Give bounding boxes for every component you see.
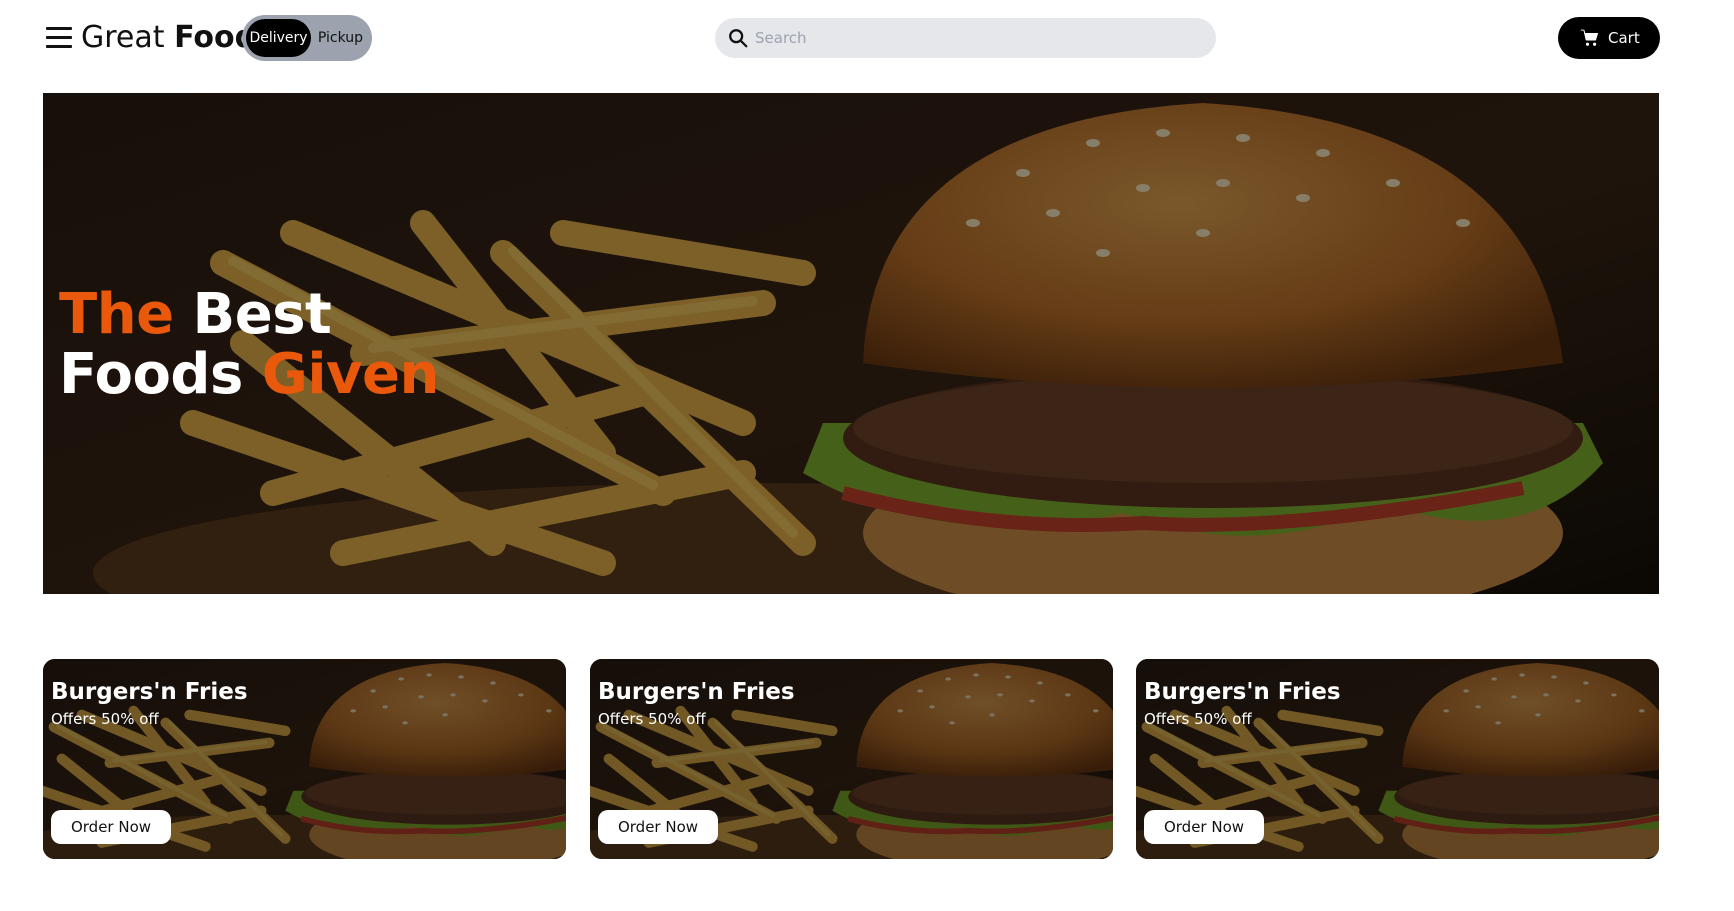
- shopping-cart-icon: [1580, 29, 1599, 46]
- promo-card: Burgers'n Fries Offers 50% off Order Now: [1136, 659, 1659, 859]
- brand-logo[interactable]: Great Food: [81, 18, 256, 58]
- hero-word-best: Best: [192, 282, 332, 347]
- card-subtitle: Offers 50% off: [598, 710, 706, 728]
- promo-card: Burgers'n Fries Offers 50% off Order Now: [590, 659, 1113, 859]
- card-title: Burgers'n Fries: [598, 679, 795, 705]
- card-subtitle: Offers 50% off: [1144, 710, 1252, 728]
- delivery-pickup-toggle: Delivery Pickup: [242, 15, 372, 61]
- order-now-button[interactable]: Order Now: [598, 810, 718, 844]
- card-title: Burgers'n Fries: [1144, 679, 1341, 705]
- cart-button[interactable]: Cart: [1558, 17, 1660, 59]
- hamburger-menu-icon[interactable]: [46, 26, 72, 48]
- pickup-option[interactable]: Pickup: [313, 19, 368, 57]
- brand-light-text: Great: [81, 20, 165, 55]
- hero-banner: The Best Foods Given: [43, 93, 1659, 594]
- card-subtitle: Offers 50% off: [51, 710, 159, 728]
- search-bar: [715, 18, 1216, 58]
- promo-card: Burgers'n Fries Offers 50% off Order Now: [43, 659, 566, 859]
- order-now-button[interactable]: Order Now: [51, 810, 171, 844]
- hero-word-given: Given: [261, 342, 440, 407]
- delivery-option[interactable]: Delivery: [246, 19, 311, 57]
- hero-word-foods: Foods: [59, 342, 243, 407]
- hero-word-the: The: [59, 282, 174, 347]
- search-input[interactable]: [755, 18, 1205, 58]
- card-title: Burgers'n Fries: [51, 679, 248, 705]
- hero-headline: The Best Foods Given: [59, 285, 439, 405]
- order-now-button[interactable]: Order Now: [1144, 810, 1264, 844]
- cart-label: Cart: [1608, 29, 1640, 47]
- top-navbar: Great Food Delivery Pickup Cart: [0, 0, 1734, 80]
- search-icon: [729, 29, 748, 48]
